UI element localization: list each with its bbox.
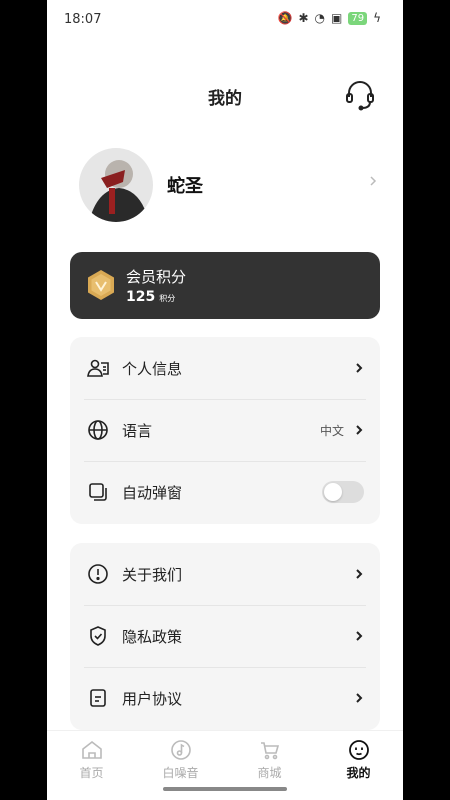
about-row[interactable]: 关于我们 — [70, 543, 380, 605]
settings-card: 个人信息 语言 中文 自动弹窗 — [70, 337, 380, 524]
square-stack-icon — [86, 480, 110, 504]
wifi-icon: ◔ — [314, 11, 325, 25]
cart-icon — [260, 742, 279, 760]
mute-icon: 🔕 — [277, 11, 293, 25]
sim-icon: ▣ — [331, 11, 343, 25]
chevron-right-icon — [356, 569, 363, 579]
toggle-knob — [324, 483, 342, 501]
points-unit: 积分 — [159, 294, 176, 303]
language-value: 中文 — [319, 423, 344, 438]
profile-info-row[interactable]: 个人信息 — [70, 337, 380, 399]
tab-home[interactable]: 首页 — [47, 731, 136, 800]
language-row[interactable]: 语言 中文 — [70, 399, 380, 461]
tab-label: 我的 — [346, 766, 371, 780]
info-card: 关于我们 隐私政策 用户协议 — [70, 543, 380, 730]
points-badge-icon — [88, 270, 114, 300]
agreement-label: 用户协议 — [122, 689, 183, 708]
smile-icon — [348, 740, 369, 760]
chevron-right-icon — [356, 425, 363, 435]
document-icon — [86, 686, 110, 710]
status-icons: 🔕 ✱ ◔ ▣ 79 ϟ — [278, 11, 382, 25]
agreement-row[interactable]: 用户协议 — [70, 667, 380, 729]
tab-label: 商城 — [257, 766, 282, 780]
points-value: 125 积分 — [126, 289, 175, 305]
battery-level: 79 — [348, 11, 368, 25]
avatar[interactable] — [79, 148, 153, 222]
globe-icon — [86, 418, 110, 442]
language-label: 语言 — [122, 421, 153, 440]
bluetooth-icon: ✱ — [298, 11, 309, 25]
page-header: 我的 — [47, 78, 403, 112]
status-bar: 18:07 🔕 ✱ ◔ ▣ 79 ϟ — [47, 0, 403, 40]
headset-icon — [346, 81, 374, 111]
home-icon — [81, 740, 102, 759]
tab-label: 白噪音 — [162, 766, 199, 780]
chevron-right-icon — [356, 363, 363, 373]
points-label: 会员积分 — [126, 268, 187, 286]
person-card-icon — [86, 356, 110, 380]
points-number: 125 — [126, 289, 156, 305]
music-note-icon — [170, 740, 191, 760]
auto-popup-toggle[interactable] — [322, 481, 364, 503]
privacy-label: 隐私政策 — [122, 627, 183, 646]
home-indicator — [163, 787, 287, 791]
chevron-right-icon — [356, 631, 363, 641]
member-points-card[interactable]: 会员积分 125 积分 — [70, 252, 380, 319]
user-name: 蛇圣 — [167, 176, 203, 197]
profile-row[interactable]: 蛇圣 — [79, 146, 379, 224]
chevron-right-icon — [370, 176, 377, 186]
shield-check-icon — [86, 624, 110, 648]
profile-info-label: 个人信息 — [122, 359, 183, 378]
customer-service-button[interactable] — [343, 78, 377, 112]
tab-label: 首页 — [79, 766, 104, 780]
charging-icon: ϟ — [373, 11, 381, 25]
app-screen: 18:07 🔕 ✱ ◔ ▣ 79 ϟ 我的 蛇圣 会员积分 125 积分 个人信… — [47, 0, 403, 800]
auto-popup-row: 自动弹窗 — [70, 461, 380, 523]
chevron-right-icon — [356, 693, 363, 703]
tab-mine[interactable]: 我的 — [314, 731, 403, 800]
privacy-row[interactable]: 隐私政策 — [70, 605, 380, 667]
status-time: 18:07 — [64, 12, 102, 27]
info-circle-icon — [86, 562, 110, 586]
about-label: 关于我们 — [122, 565, 183, 584]
auto-popup-label: 自动弹窗 — [122, 483, 183, 502]
